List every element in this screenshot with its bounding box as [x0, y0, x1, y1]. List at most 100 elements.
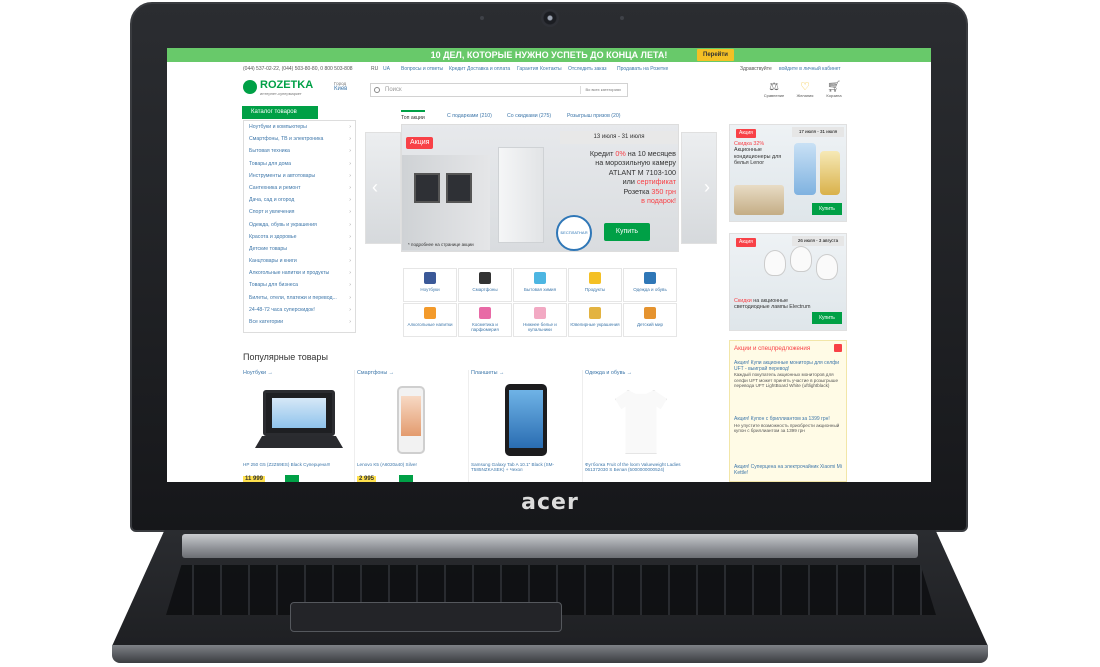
tab-with-discounts[interactable]: Со скидками (275) — [507, 110, 551, 122]
promo-banner-text: 10 ДЕЛ, КОТОРЫЕ НУЖНО УСПЕТЬ ДО КОНЦА ЛЕ… — [430, 50, 668, 60]
catalog-item[interactable]: Билеты, отели, платежи и перевод... — [244, 292, 355, 304]
tab-with-gifts[interactable]: С подарками (210) — [447, 110, 492, 122]
catalog-item[interactable]: Ноутбуки и компьютеры — [244, 121, 355, 133]
promo-card-electrum[interactable]: Акция 26 июля - 3 августа Скидки на акци… — [729, 233, 847, 331]
promo-banner-button[interactable]: Перейти — [697, 49, 734, 61]
tshirt-icon — [644, 272, 656, 284]
phone-numbers[interactable]: (044) 537-02-22, (044) 503-80-80, 0 800 … — [243, 66, 353, 72]
product-name[interactable]: Samsung Galaxy Tab A 10.1" Black (SM-T58… — [471, 462, 581, 473]
login-link[interactable]: войдите в личный кабинет — [779, 66, 841, 72]
promo-card-text: Скидки на акционные светодиодные лампы E… — [734, 298, 814, 311]
oven-image — [414, 173, 440, 203]
catalog-item[interactable]: Бытовая техника — [244, 145, 355, 157]
rozetka-logo[interactable]: ROZETKA интернет-супермаркет — [243, 78, 323, 100]
catalog-item-superdeals[interactable]: 24-48-72 часа суперскидок! — [244, 304, 355, 316]
laptop-touchpad — [290, 602, 562, 632]
product-category-link[interactable]: Ноутбуки → — [243, 370, 273, 376]
category-tile-chemicals[interactable]: Бытовая химия — [513, 268, 567, 302]
product-category-link[interactable]: Планшеты → — [471, 370, 504, 376]
lamp-image — [790, 246, 812, 272]
cart-button[interactable]: 🛒︎ Корзина — [823, 81, 845, 98]
laptop-photo-keyboard — [255, 436, 343, 448]
wishlist-label: Желания — [796, 93, 814, 98]
sell-on-rozetka-link[interactable]: Продавать на Розетке — [617, 66, 668, 72]
topbar-link-credit[interactable]: Кредит — [449, 66, 465, 72]
special-offer-title[interactable]: Акция! Купи акционные мониторы для селфи… — [734, 360, 844, 372]
offer-percent: 0% — [615, 149, 626, 158]
product-card-laptop[interactable]: Ноутбуки → HP 250 G5 (Z2Z69ES) Black Суп… — [243, 370, 355, 482]
topbar-link-warranty[interactable]: Гарантия — [517, 66, 538, 72]
catalog-item[interactable]: Дача, сад и огород — [244, 194, 355, 206]
category-tile-smartphones[interactable]: Смартфоны — [458, 268, 512, 302]
add-to-cart-button[interactable] — [285, 475, 299, 482]
catalog-item[interactable]: Спорт и увлечения — [244, 206, 355, 218]
promo-banner[interactable]: 10 ДЕЛ, КОТОРЫЕ НУЖНО УСПЕТЬ ДО КОНЦА ЛЕ… — [167, 48, 931, 62]
special-offer-entry[interactable]: Акция! Купон с бриллиантом за 1399 грн! … — [734, 416, 844, 434]
category-tile-clothing[interactable]: Одежда и обувь — [623, 268, 677, 302]
special-offer-entry[interactable]: Акция! Купи акционные мониторы для селфи… — [734, 360, 844, 389]
hero-slider[interactable]: Акция 13 июля - 31 июля Кредит 0% на 10 … — [401, 124, 679, 252]
category-tile-label: Косметика и парфюмерия — [471, 322, 499, 332]
special-offer-title[interactable]: Акция! Суперцена на электрочайник Xiaomi… — [734, 464, 844, 476]
catalog-item-all[interactable]: Все категории — [244, 316, 355, 328]
catalog-item[interactable]: Инструменты и автотовары — [244, 170, 355, 182]
catalog-item[interactable]: Алкогольные напитки и продукты — [244, 267, 355, 279]
catalog-item[interactable]: Детские товары — [244, 243, 355, 255]
topbar-link-contacts[interactable]: Контакты — [540, 66, 562, 72]
product-card-smartphone[interactable]: Смартфоны → Lenovo K5 (A6020a40) Silver … — [357, 370, 469, 482]
catalog-item[interactable]: Товары для дома — [244, 158, 355, 170]
city-selector[interactable]: Город Киев — [334, 81, 347, 92]
catalog-button[interactable]: Каталог товаров — [242, 106, 318, 119]
tab-top-deals[interactable]: Топ акции — [401, 110, 425, 122]
lang-ua[interactable]: UA — [383, 66, 390, 72]
topbar-link-faq[interactable]: Вопросы и ответы — [401, 66, 443, 72]
product-category-link[interactable]: Смартфоны → — [357, 370, 394, 376]
category-tile-kids[interactable]: Детский мир — [623, 303, 677, 337]
promo-card-dates: 26 июля - 3 августа — [792, 236, 844, 246]
special-offer-text: Каждый покупатель акционных мониторов дл… — [734, 372, 839, 389]
catalog-item[interactable]: Канцтовары и книги — [244, 255, 355, 267]
category-tile-laptops[interactable]: Ноутбуки — [403, 268, 457, 302]
sensor-dot — [620, 16, 624, 20]
category-tile-cosmetics[interactable]: Косметика и парфюмерия — [458, 303, 512, 337]
track-order-link[interactable]: Отследить заказ — [568, 66, 607, 72]
promo-card-buy-button[interactable]: Купить — [812, 203, 842, 215]
category-tile-alcohol[interactable]: Алкогольные напитки — [403, 303, 457, 337]
lang-ru[interactable]: RU — [371, 66, 378, 72]
product-category-link[interactable]: Одежда и обувь → — [585, 370, 632, 376]
wishlist-button[interactable]: ♡ Желания — [794, 81, 816, 98]
special-offer-entry[interactable]: Акция! Суперцена на электрочайник Xiaomi… — [734, 464, 844, 476]
search-placeholder: Поиск — [385, 87, 402, 93]
tab-prize-draw[interactable]: Розыгрыш призов (20) — [567, 110, 621, 122]
tshirt-photo — [615, 390, 667, 454]
slider-buy-button[interactable]: Купить — [604, 223, 650, 241]
laptop-photo — [263, 390, 335, 436]
slider-prev-slide[interactable]: ‹ — [365, 132, 401, 244]
slider-next-slide[interactable]: › — [681, 132, 717, 244]
lamp-image — [764, 250, 786, 276]
catalog-item[interactable]: Красота и здоровье — [244, 231, 355, 243]
catalog-item[interactable]: Сантехника и ремонт — [244, 182, 355, 194]
promo-card-lenor[interactable]: Акция 17 июля - 31 июля Скидка 32% Акцио… — [729, 124, 847, 222]
category-tile-food[interactable]: Продукты — [568, 268, 622, 302]
catalog-item[interactable]: Смартфоны, ТВ и электроника — [244, 133, 355, 145]
promo-card-buy-button[interactable]: Купить — [812, 312, 842, 324]
product-name[interactable]: Lenovo K5 (A6020a40) Silver — [357, 462, 467, 467]
category-tile-lingerie[interactable]: Нижнее белье и купальники — [513, 303, 567, 337]
search-category-select[interactable]: Во всех категориях — [580, 86, 625, 94]
search-input[interactable]: Поиск Во всех категориях — [370, 83, 628, 97]
add-to-cart-button[interactable] — [399, 475, 413, 482]
cart-icon: 🛒︎ — [827, 81, 841, 93]
catalog-item[interactable]: Одежда, обувь и украшения — [244, 219, 355, 231]
product-card-tablet[interactable]: Планшеты → Samsung Galaxy Tab A 10.1" Bl… — [471, 370, 583, 482]
slider-note: * подробнее на странице акции — [408, 242, 474, 247]
offer-model: ATLANT M 7103-100 — [608, 167, 676, 177]
chevron-left-icon: ‹ — [372, 177, 378, 197]
compare-button[interactable]: ⚖ Сравнение — [763, 81, 785, 98]
product-name[interactable]: Футболка Fruit of the loom Valueweight L… — [585, 462, 695, 473]
product-name[interactable]: HP 250 G5 (Z2Z69ES) Black Суперцена!!! — [243, 462, 353, 467]
product-card-tshirt[interactable]: Одежда и обувь → Футболка Fruit of the l… — [585, 370, 697, 482]
topbar-link-delivery[interactable]: Доставка и оплата — [467, 66, 510, 72]
category-tile-jewelry[interactable]: Ювелирные украшения — [568, 303, 622, 337]
catalog-item[interactable]: Товары для бизнеса — [244, 279, 355, 291]
